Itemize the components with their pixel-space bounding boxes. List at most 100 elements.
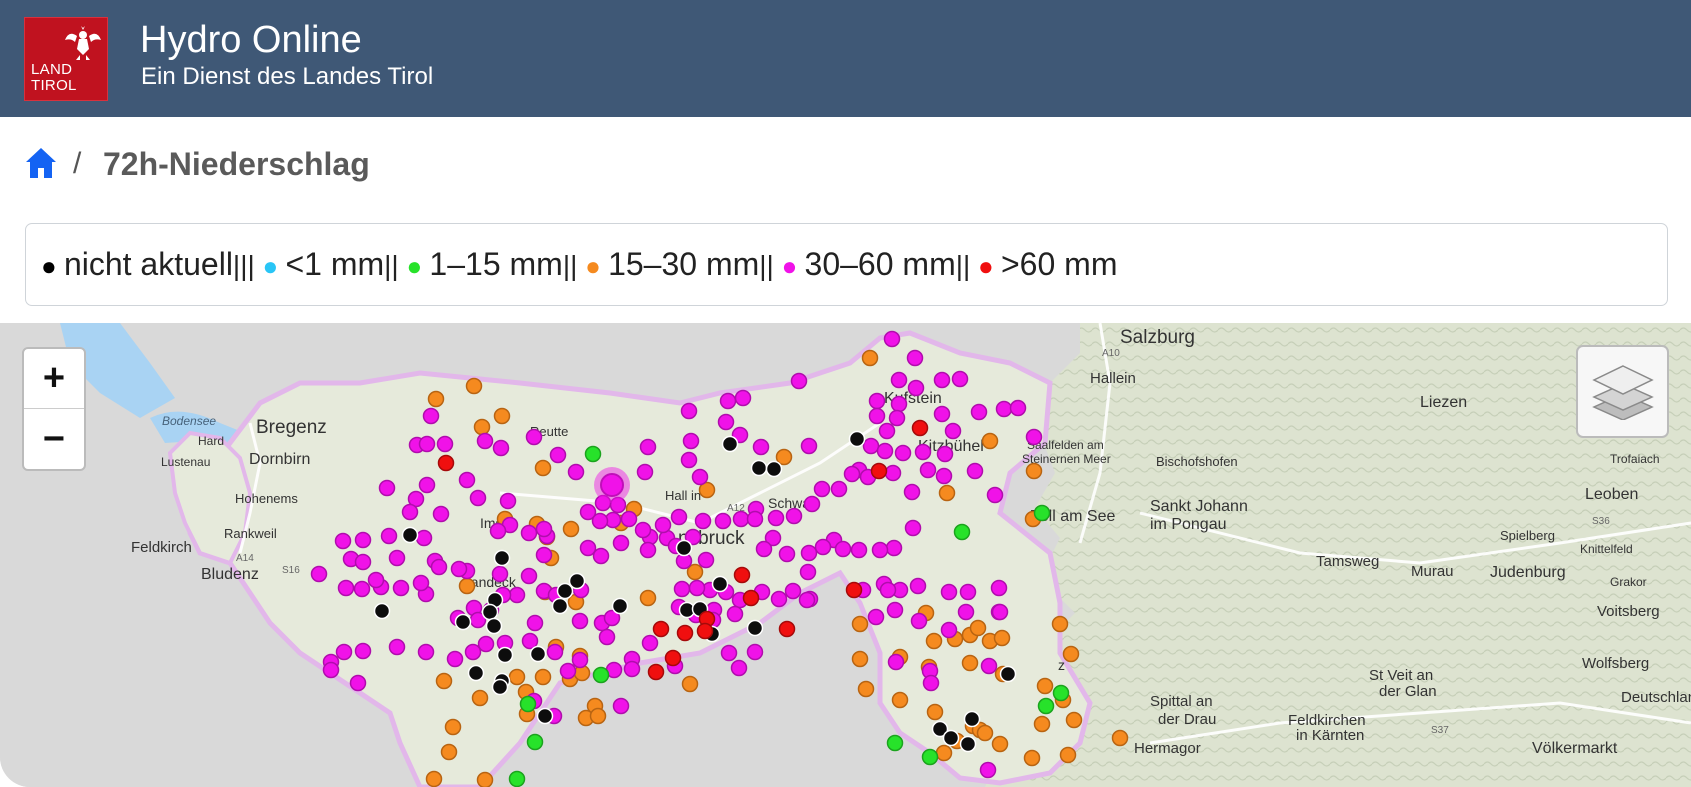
station-marker-orange[interactable] — [1025, 462, 1043, 480]
station-marker-red[interactable] — [647, 663, 665, 681]
station-marker-magenta[interactable] — [909, 577, 927, 595]
station-marker-magenta[interactable] — [798, 591, 816, 609]
station-marker-magenta[interactable] — [489, 522, 507, 540]
station-marker-orange[interactable] — [976, 724, 994, 742]
selected-station-marker-icon[interactable] — [594, 467, 630, 503]
station-marker-black[interactable] — [721, 435, 739, 453]
station-marker-red[interactable] — [676, 624, 694, 642]
station-marker-magenta[interactable] — [991, 603, 1009, 621]
station-marker-magenta[interactable] — [803, 495, 821, 513]
station-marker-magenta[interactable] — [508, 586, 526, 604]
station-marker-magenta[interactable] — [367, 571, 385, 589]
station-marker-magenta[interactable] — [714, 512, 732, 530]
station-marker-magenta[interactable] — [418, 476, 436, 494]
station-marker-magenta[interactable] — [907, 379, 925, 397]
station-marker-magenta[interactable] — [1009, 399, 1027, 417]
station-marker-magenta[interactable] — [620, 510, 638, 528]
station-marker-orange[interactable] — [775, 448, 793, 466]
station-marker-orange[interactable] — [926, 703, 944, 721]
station-marker-magenta[interactable] — [903, 483, 921, 501]
station-marker-orange[interactable] — [891, 691, 909, 709]
station-marker-magenta[interactable] — [388, 638, 406, 656]
station-marker-magenta[interactable] — [682, 432, 700, 450]
station-marker-red[interactable] — [870, 462, 888, 480]
station-marker-magenta[interactable] — [957, 603, 975, 621]
station-marker-magenta[interactable] — [970, 403, 988, 421]
map-basemap[interactable]: Salzburg A10 Hallein Bregenz Bodensee Ha… — [0, 323, 1691, 787]
station-marker-magenta[interactable] — [571, 651, 589, 669]
station-marker-magenta[interactable] — [890, 371, 908, 389]
station-marker-magenta[interactable] — [944, 422, 962, 440]
station-marker-magenta[interactable] — [634, 521, 652, 539]
station-marker-magenta[interactable] — [549, 446, 567, 464]
station-marker-orange[interactable] — [993, 629, 1011, 647]
station-marker-magenta[interactable] — [940, 583, 958, 601]
station-marker-magenta[interactable] — [922, 674, 940, 692]
station-marker-magenta[interactable] — [935, 467, 953, 485]
station-marker-magenta[interactable] — [476, 432, 494, 450]
station-marker-magenta[interactable] — [571, 612, 589, 630]
station-marker-magenta[interactable] — [878, 422, 896, 440]
station-marker-orange[interactable] — [935, 744, 953, 762]
station-marker-orange[interactable] — [534, 668, 552, 686]
station-marker-magenta[interactable] — [680, 402, 698, 420]
station-marker-magenta[interactable] — [417, 643, 435, 661]
station-marker-red[interactable] — [696, 622, 714, 640]
station-marker-magenta[interactable] — [986, 486, 1004, 504]
station-marker-magenta[interactable] — [526, 614, 544, 632]
station-marker-magenta[interactable] — [688, 579, 706, 597]
station-marker-magenta[interactable] — [876, 442, 894, 460]
station-marker-black[interactable] — [551, 597, 569, 615]
station-marker-magenta[interactable] — [353, 580, 371, 598]
station-marker-magenta[interactable] — [412, 574, 430, 592]
station-marker-orange[interactable] — [440, 743, 458, 761]
station-marker-orange[interactable] — [458, 577, 476, 595]
station-marker-black[interactable] — [529, 645, 547, 663]
station-marker-magenta[interactable] — [612, 534, 630, 552]
station-marker-magenta[interactable] — [980, 657, 998, 675]
station-marker-magenta[interactable] — [732, 510, 750, 528]
station-marker-magenta[interactable] — [850, 541, 868, 559]
station-marker-black[interactable] — [746, 619, 764, 637]
land-tirol-logo[interactable]: LAND TIROL — [24, 17, 108, 101]
station-marker-magenta[interactable] — [719, 392, 737, 410]
station-marker-magenta[interactable] — [591, 512, 609, 530]
station-marker-black[interactable] — [496, 646, 514, 664]
station-marker-black[interactable] — [568, 572, 586, 590]
station-marker-magenta[interactable] — [990, 579, 1008, 597]
station-marker-magenta[interactable] — [535, 546, 553, 564]
station-marker-magenta[interactable] — [380, 527, 398, 545]
station-marker-magenta[interactable] — [959, 583, 977, 601]
station-marker-magenta[interactable] — [871, 541, 889, 559]
station-marker-magenta[interactable] — [720, 644, 738, 662]
station-marker-orange[interactable] — [681, 675, 699, 693]
station-marker-magenta[interactable] — [906, 349, 924, 367]
map-view[interactable]: Salzburg A10 Hallein Bregenz Bodensee Ha… — [0, 323, 1691, 787]
station-marker-green[interactable] — [953, 523, 971, 541]
station-marker-green[interactable] — [1052, 684, 1070, 702]
station-marker-orange[interactable] — [562, 520, 580, 538]
station-marker-magenta[interactable] — [322, 661, 340, 679]
station-marker-magenta[interactable] — [401, 503, 419, 521]
station-marker-magenta[interactable] — [752, 438, 770, 456]
station-marker-magenta[interactable] — [746, 510, 764, 528]
station-marker-magenta[interactable] — [535, 520, 553, 538]
station-marker-magenta[interactable] — [334, 532, 352, 550]
station-marker-magenta[interactable] — [636, 463, 654, 481]
station-marker-magenta[interactable] — [933, 371, 951, 389]
station-marker-magenta[interactable] — [888, 409, 906, 427]
station-marker-magenta[interactable] — [966, 462, 984, 480]
station-marker-orange[interactable] — [1065, 711, 1083, 729]
station-marker-orange[interactable] — [851, 650, 869, 668]
station-marker-black[interactable] — [711, 575, 729, 593]
station-marker-black[interactable] — [750, 459, 768, 477]
station-marker-magenta[interactable] — [890, 395, 908, 413]
station-marker-magenta[interactable] — [799, 563, 817, 581]
station-marker-magenta[interactable] — [936, 445, 954, 463]
station-marker-magenta[interactable] — [422, 407, 440, 425]
station-marker-magenta[interactable] — [430, 558, 448, 576]
station-marker-magenta[interactable] — [337, 579, 355, 597]
station-marker-red[interactable] — [437, 454, 455, 472]
station-marker-black[interactable] — [765, 460, 783, 478]
station-marker-magenta[interactable] — [951, 370, 969, 388]
